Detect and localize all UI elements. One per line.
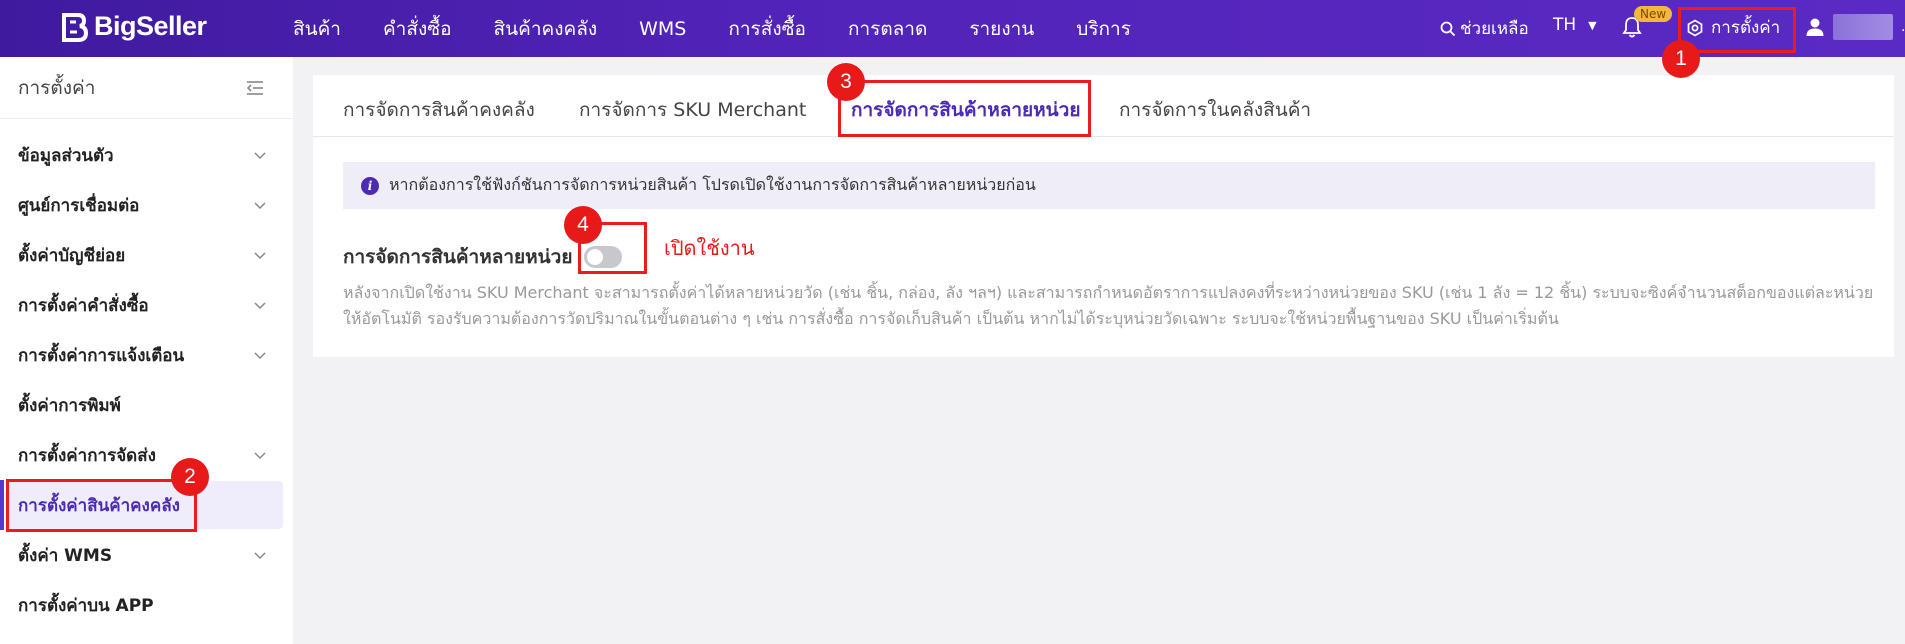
language-label: TH — [1553, 15, 1577, 35]
info-banner: i หากต้องการใช้ฟังก์ชันการจัดการหน่วยสิน… — [343, 162, 1875, 209]
feature-description: หลังจากเปิดใช้งาน SKU Merchant จะสามารถต… — [343, 283, 1874, 328]
sidebar-item-print-settings[interactable]: ตั้งค่าการพิมพ์ — [0, 385, 293, 425]
sidebar-item-shipping-settings[interactable]: การตั้งค่าการจัดส่ง — [0, 435, 293, 475]
info-text: หากต้องการใช้ฟังก์ชันการจัดการหน่วยสินค้… — [389, 175, 1036, 194]
nav-item-reports[interactable]: รายงาน — [969, 14, 1034, 44]
chevron-down-icon — [254, 152, 266, 160]
chevron-down-icon — [254, 452, 266, 460]
feature-label: การจัดการสินค้าหลายหน่วย — [343, 246, 573, 268]
sidebar-item-notification-settings[interactable]: การตั้งค่าการแจ้งเตือน — [0, 335, 293, 375]
help-label: ช่วยเหลือ — [1460, 19, 1529, 39]
nav-item-services[interactable]: บริการ — [1076, 14, 1131, 44]
brand-name: BigSeller — [94, 11, 207, 41]
chevron-down-icon — [254, 252, 266, 260]
tab-warehouse-management[interactable]: การจัดการในคลังสินค้า — [1119, 95, 1311, 125]
sidebar-item-label: ตั้งค่าการพิมพ์ — [18, 395, 121, 416]
user-icon — [1806, 18, 1824, 36]
tab-inventory-management[interactable]: การจัดการสินค้าคงคลัง — [343, 95, 535, 125]
chevron-down-icon — [254, 352, 266, 360]
search-icon — [1440, 21, 1456, 36]
sidebar-item-label: ตั้งค่าบัญชีย่อย — [18, 245, 126, 266]
chevron-down-icon — [254, 552, 266, 560]
tab-sku-merchant-management[interactable]: การจัดการ SKU Merchant — [579, 95, 806, 125]
language-selector[interactable]: TH ▼ — [1553, 15, 1597, 35]
nav-item-orders[interactable]: คำสั่งซื้อ — [383, 14, 452, 44]
sidebar-item-label: การตั้งค่าคำสั่งซื้อ — [18, 295, 149, 316]
sidebar-item-label: การตั้งค่าบน APP — [18, 595, 154, 616]
sidebar-item-order-settings[interactable]: การตั้งค่าคำสั่งซื้อ — [0, 285, 293, 325]
sidebar-item-label: การตั้งค่าการจัดส่ง — [18, 445, 156, 466]
chevron-down-icon — [254, 202, 266, 210]
bigseller-logo-icon — [62, 12, 88, 42]
settings-tabs: การจัดการสินค้าคงคลัง การจัดการ SKU Merc… — [313, 75, 1894, 137]
new-badge: New — [1634, 6, 1673, 22]
nav-item-products[interactable]: สินค้า — [293, 14, 341, 44]
annotation-enable-text: เปิดใช้งาน — [664, 236, 755, 260]
sidebar-item-app-settings[interactable]: การตั้งค่าบน APP — [0, 585, 293, 625]
bigseller-logo[interactable]: BigSeller — [60, 11, 207, 42]
sidebar-item-label: ข้อมูลส่วนตัว — [18, 145, 114, 166]
chevron-down-icon — [254, 302, 266, 310]
sidebar-header: การตั้งค่า — [0, 57, 293, 119]
settings-content-card: การจัดการสินค้าคงคลัง การจัดการ SKU Merc… — [313, 75, 1894, 357]
top-navigation-bar: BigSeller สินค้า คำสั่งซื้อ สินค้าคงคลัง… — [0, 0, 1905, 57]
sidebar-item-label: ตั้งค่า WMS — [18, 545, 113, 566]
annotation-number-3: 3 — [827, 63, 865, 101]
annotation-number-1: 1 — [1662, 40, 1700, 78]
caret-down-icon: ▼ — [1588, 18, 1597, 32]
nav-item-purchasing[interactable]: การสั่งซื้อ — [728, 14, 806, 44]
annotation-number-2: 2 — [171, 458, 209, 496]
nav-item-inventory[interactable]: สินค้าคงคลัง — [494, 14, 598, 44]
annotation-number-4: 4 — [564, 206, 602, 244]
settings-sidebar: การตั้งค่า ข้อมูลส่วนตัว ศูนย์การเชื่อมต… — [0, 57, 293, 644]
annotation-box-inventory-settings — [6, 479, 197, 532]
main-nav: สินค้า คำสั่งซื้อ สินค้าคงคลัง WMS การสั… — [293, 0, 1173, 57]
sidebar-item-personal-info[interactable]: ข้อมูลส่วนตัว — [0, 135, 293, 175]
sidebar-item-integration-center[interactable]: ศูนย์การเชื่อมต่อ — [0, 185, 293, 225]
nav-item-wms[interactable]: WMS — [639, 18, 686, 40]
user-name-redacted — [1833, 14, 1893, 40]
user-name-suffix: .. — [1901, 19, 1905, 35]
annotation-box-multi-unit-tab — [838, 80, 1091, 137]
help-link[interactable]: ช่วยเหลือ — [1440, 15, 1529, 42]
nav-item-marketing[interactable]: การตลาด — [848, 14, 927, 44]
sidebar-item-sub-account[interactable]: ตั้งค่าบัญชีย่อย — [0, 235, 293, 275]
sidebar-item-label: การตั้งค่าการแจ้งเตือน — [18, 345, 185, 366]
collapse-menu-icon[interactable] — [245, 80, 265, 96]
user-menu[interactable]: .. — [1805, 14, 1905, 40]
sidebar-title: การตั้งค่า — [18, 76, 96, 99]
sidebar-item-label: ศูนย์การเชื่อมต่อ — [18, 195, 140, 216]
sidebar-item-wms-settings[interactable]: ตั้งค่า WMS — [0, 535, 293, 575]
info-icon: i — [361, 176, 379, 195]
active-indicator — [0, 480, 4, 530]
